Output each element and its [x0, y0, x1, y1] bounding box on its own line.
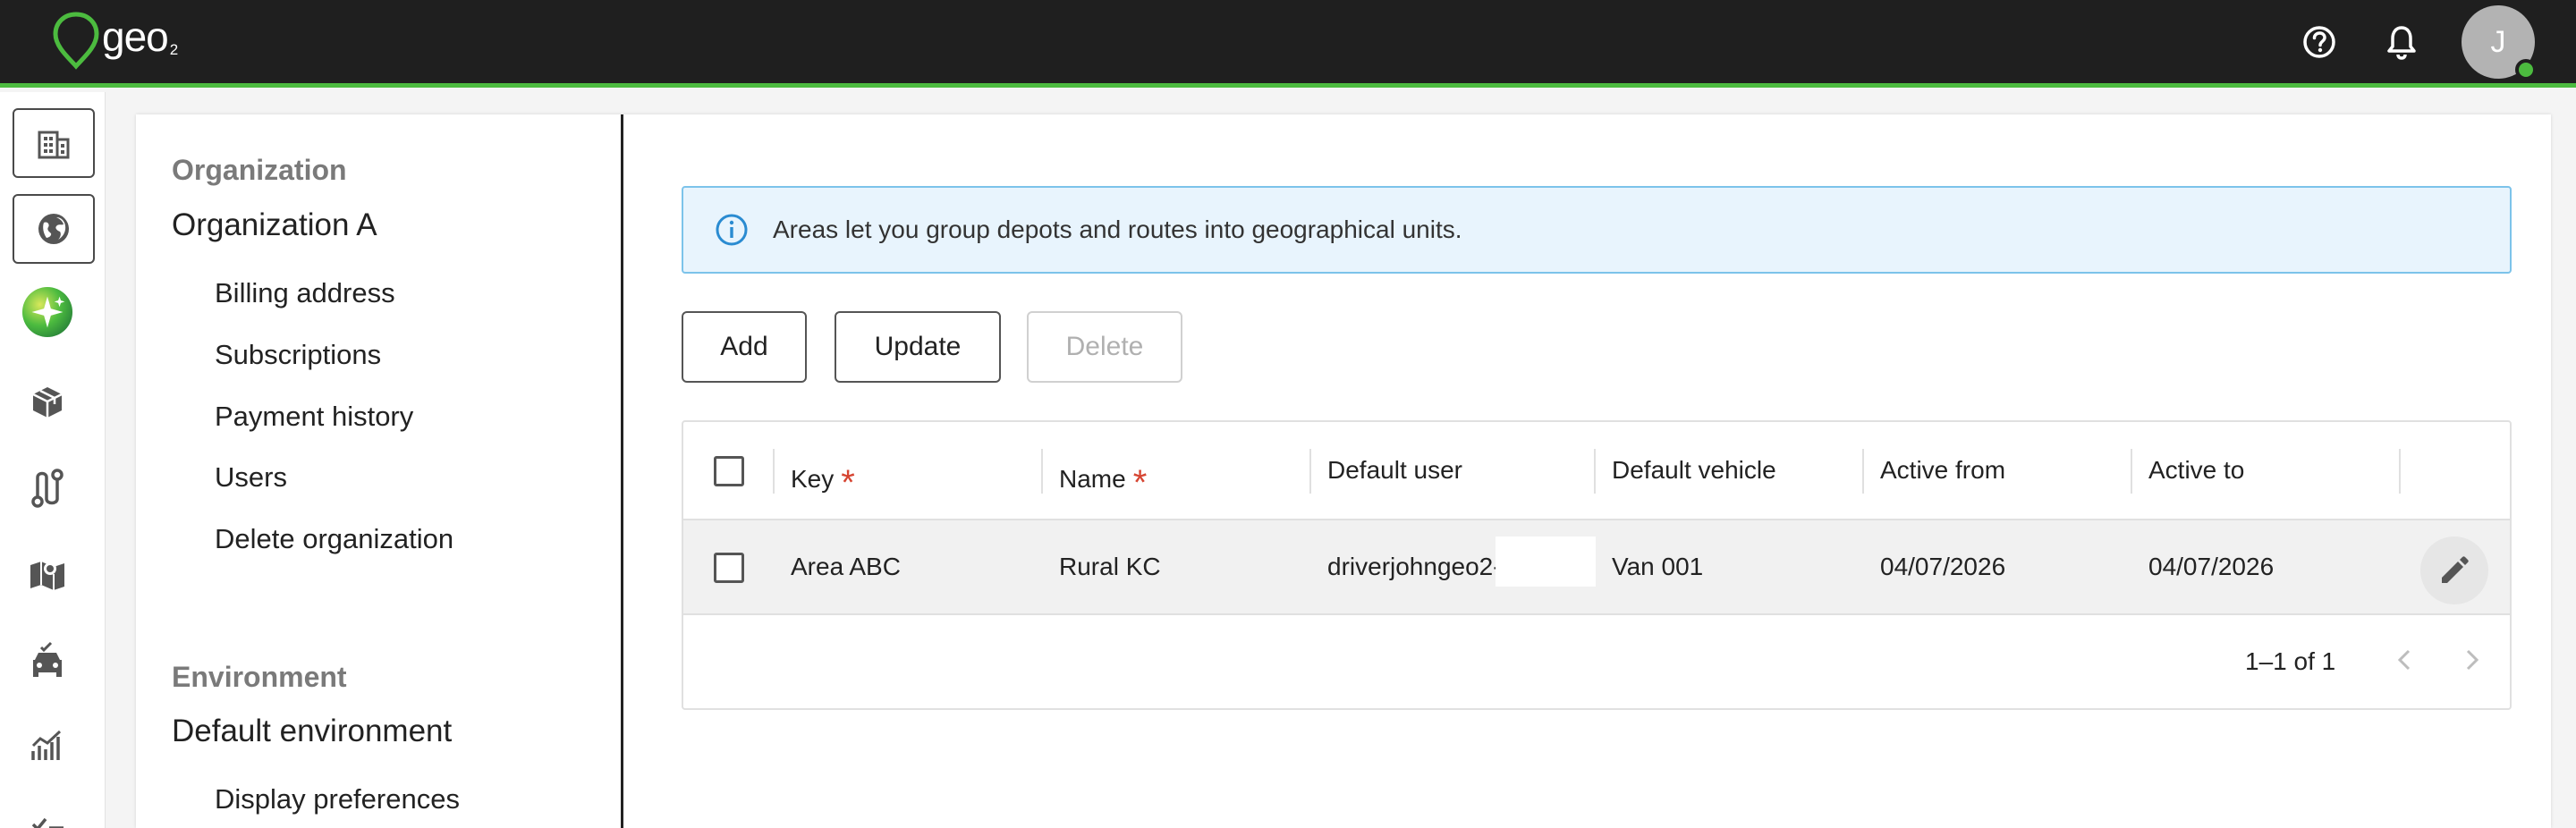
column-label-key: Key — [791, 465, 835, 493]
rail-orders-button[interactable] — [21, 376, 73, 428]
chevron-right-icon — [2466, 649, 2479, 671]
help-button[interactable] — [2299, 21, 2340, 63]
globe-icon — [38, 214, 69, 244]
row-checkbox[interactable] — [714, 553, 744, 583]
brand-name: geo — [102, 13, 169, 60]
cell-active-from: 04/07/2026 — [1880, 553, 2006, 580]
rail-tasks-button[interactable] — [21, 798, 73, 828]
checklist-icon — [31, 817, 64, 828]
notifications-button[interactable] — [2381, 21, 2422, 63]
rail-areas-button[interactable] — [21, 548, 73, 600]
vehicle-icon — [33, 641, 62, 677]
column-header-key[interactable]: Key * — [791, 456, 855, 503]
column-header-default-vehicle[interactable]: Default vehicle — [1612, 456, 1776, 485]
delete-button[interactable]: Delete — [1027, 311, 1182, 383]
settings-nav: Organization Organization A Billing addr… — [136, 114, 623, 828]
column-divider — [1594, 449, 1596, 494]
bell-icon — [2387, 26, 2416, 60]
column-divider — [1041, 449, 1043, 494]
select-all-checkbox[interactable] — [714, 456, 744, 486]
nav-item-billing-address[interactable]: Billing address — [215, 277, 395, 309]
redaction-mask — [1496, 537, 1596, 587]
top-bar: geo 2 J — [0, 0, 2576, 88]
table-row[interactable]: Area ABC Rural KC driverjohngeo2- Van 00… — [683, 520, 2510, 615]
info-alert: Areas let you group depots and routes in… — [682, 186, 2512, 274]
nav-environment-name[interactable]: Default environment — [172, 714, 452, 749]
previous-page-button[interactable] — [2388, 644, 2420, 676]
route-icon — [31, 469, 64, 508]
settings-card: Organization Organization A Billing addr… — [136, 114, 2551, 828]
map-icon — [30, 562, 64, 590]
column-header-active-to[interactable]: Active to — [2148, 456, 2244, 485]
column-divider — [2131, 449, 2132, 494]
help-icon — [2303, 26, 2335, 58]
column-divider — [1309, 449, 1311, 494]
left-rail — [0, 92, 106, 828]
column-divider — [773, 449, 775, 494]
brand-sub: 2 — [169, 41, 179, 58]
nav-item-subscriptions[interactable]: Subscriptions — [215, 339, 381, 371]
package-icon — [32, 387, 63, 418]
pencil-icon — [2442, 556, 2469, 583]
pagination-range: 1–1 of 1 — [2245, 647, 2336, 675]
building-icon — [38, 131, 70, 159]
rail-ai-button[interactable] — [21, 286, 73, 338]
cell-default-user: driverjohngeo2- — [1327, 553, 1502, 580]
analytics-icon — [31, 730, 62, 760]
nav-item-users[interactable]: Users — [215, 461, 287, 494]
cell-active-to: 04/07/2026 — [2148, 553, 2275, 580]
required-marker: * — [841, 463, 855, 503]
info-text: Areas let you group depots and routes in… — [773, 215, 1462, 243]
environment-heading: Environment — [172, 661, 347, 693]
rail-routes-button[interactable] — [21, 462, 73, 514]
brand-logo[interactable]: geo 2 — [52, 11, 178, 73]
edit-row-button[interactable] — [2420, 537, 2488, 604]
nav-organization-name[interactable]: Organization A — [172, 207, 377, 243]
online-status-dot — [2515, 59, 2537, 80]
update-button[interactable]: Update — [835, 311, 1001, 383]
column-header-default-user[interactable]: Default user — [1327, 456, 1462, 485]
organization-heading: Organization — [172, 154, 347, 186]
nav-item-delete-organization[interactable]: Delete organization — [215, 523, 453, 555]
cell-default-vehicle: Van 001 — [1612, 553, 1704, 580]
user-avatar[interactable]: J — [2462, 5, 2537, 80]
sparkle-icon — [21, 286, 73, 338]
info-icon — [716, 214, 748, 246]
areas-table: Key * Name * Default user Default vehicle … — [682, 420, 2512, 710]
column-divider — [1862, 449, 1864, 494]
add-button[interactable]: Add — [682, 311, 807, 383]
column-label-name: Name — [1059, 465, 1126, 493]
cell-name: Rural KC — [1059, 553, 1161, 580]
rail-organization-button[interactable] — [13, 108, 95, 178]
chevron-left-icon — [2397, 649, 2411, 671]
table-header: Key * Name * Default user Default vehicle … — [683, 422, 2510, 520]
rail-analytics-button[interactable] — [21, 720, 73, 772]
location-pin-icon — [53, 12, 99, 70]
next-page-button[interactable] — [2456, 644, 2488, 676]
rail-fleet-button[interactable] — [21, 634, 73, 686]
required-marker: * — [1132, 463, 1148, 503]
column-header-name[interactable]: Name * — [1059, 456, 1147, 503]
avatar-initial: J — [2490, 24, 2506, 59]
rail-environment-button[interactable] — [13, 194, 95, 264]
column-header-active-from[interactable]: Active from — [1880, 456, 2005, 485]
column-divider — [2399, 449, 2401, 494]
cell-key: Area ABC — [791, 553, 901, 580]
nav-item-payment-history[interactable]: Payment history — [215, 401, 413, 433]
nav-item-display-preferences[interactable]: Display preferences — [215, 783, 460, 815]
